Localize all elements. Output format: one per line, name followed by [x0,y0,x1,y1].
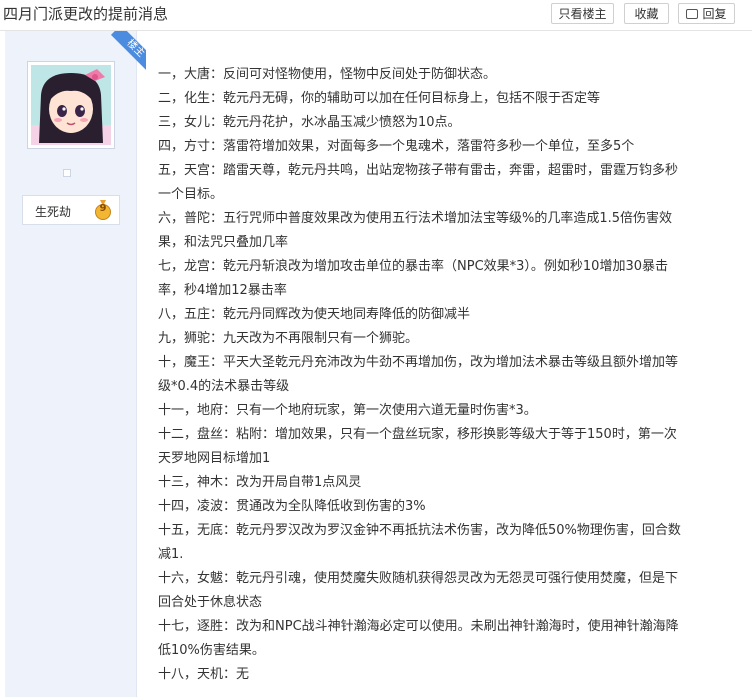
post-line: 三，女儿：乾元丹花护，水冰晶玉减少愤怒为10点。 [158,115,461,130]
post-line: 九，狮驼：九天改为不再限制只有一个狮驼。 [158,331,419,346]
post-line: 回合处于休息状态 [158,595,263,610]
author-info: 生死劫 9 [22,195,120,225]
favorite-button[interactable]: 收藏 [624,3,669,24]
post-line: 十四，凌波：贯通改为全队降低收到伤害的3% [158,499,426,514]
post-line: 减1. [158,547,184,562]
post-line: 果，和法咒只叠加几率 [158,235,289,250]
post-line: 十八，天机：无 [158,667,250,682]
reply-icon [686,8,699,19]
post-line: 十二，盘丝：粘附：增加效果，只有一个盘丝玩家，移形换影等级大于等于150时，第一… [158,427,677,442]
reply-button[interactable]: 回复 [678,3,735,24]
post-line: 六，普陀：五行咒师中普度效果改为使用五行法术增加法宝等级%的几率造成1.5倍伤害… [158,211,673,226]
post-line: 八，五庄：乾元丹同辉改为使天地同寿降低的防御减半 [158,307,471,322]
post-line: 四，方寸：落雷符增加效果，对面每多一个鬼魂术，落雷符多秒一个单位，至多5个 [158,139,635,154]
post-line: 十，魔王：平天大圣乾元丹充沛改为牛劲不再增加伤，改为增加法术暴击等级且额外增加等 [158,355,679,370]
post-line: 十五，无底：乾元丹罗汉改为罗汉金钟不再抵抗法术伤害，改为降低50%物理伤害，回合… [158,523,681,538]
author-sidebar: 楼主 生死劫 9 [5,31,146,697]
author-username[interactable]: 生死劫 [35,203,71,220]
post-line: 一，大唐：反间可对怪物使用，怪物中反间处于防御状态。 [158,67,497,82]
post-line: 二，化生：乾元丹无碍，你的辅助可以加在任何目标身上，包括不限于否定等 [158,91,601,106]
post-line: 率，秒4增加12暴击率 [158,283,287,298]
post-line: 低10%伤害结果。 [158,643,265,658]
level-number: 9 [99,203,107,214]
post-line: 天罗地网目标增加1 [158,451,271,466]
level-badge: 9 [93,200,113,220]
post-line: 十六，女魃：乾元丹引魂，使用焚魔失败随机获得怨灵改为无怨灵可强行使用焚魔，但是下 [158,571,679,586]
post-line: 五，天宫：踏雷天尊，乾元丹共鸣，出站宠物孩子带有雷击，奔雷，超雷时，雷霆万钧多秒 [158,163,679,178]
page-title: 四月门派更改的提前消息 [3,5,169,23]
post-line: 十七，逐胜：改为和NPC战斗神针瀚海必定可以使用。未刷出神针瀚海时，使用神针瀚海… [158,619,679,634]
post-line: 级*0.4的法术暴击等级 [158,379,290,394]
post-line: 十一，地府：只有一个地府玩家，第一次使用六道无量时伤害*3。 [158,403,537,418]
post-line: 十三，神木：改为开局自带1点风灵 [158,475,362,490]
avatar[interactable] [27,61,115,149]
post-line: 七，龙宫：乾元丹斩浪改为增加攻击单位的暴击率（NPC效果*3）。例如秒10增加3… [158,259,668,274]
post-line: 一个目标。 [158,187,224,202]
author-badge-label: 楼主 [110,31,146,71]
reply-button-label: 回复 [702,7,727,21]
online-status-icon [63,169,71,177]
only-author-button[interactable]: 只看楼主 [551,3,614,24]
avatar-image [31,65,111,145]
post-header: 四月门派更改的提前消息 只看楼主 收藏 回复 [0,0,752,31]
post-content: 一，大唐：反间可对怪物使用，怪物中反间处于防御状态。 二，化生：乾元丹无碍，你的… [158,63,743,687]
